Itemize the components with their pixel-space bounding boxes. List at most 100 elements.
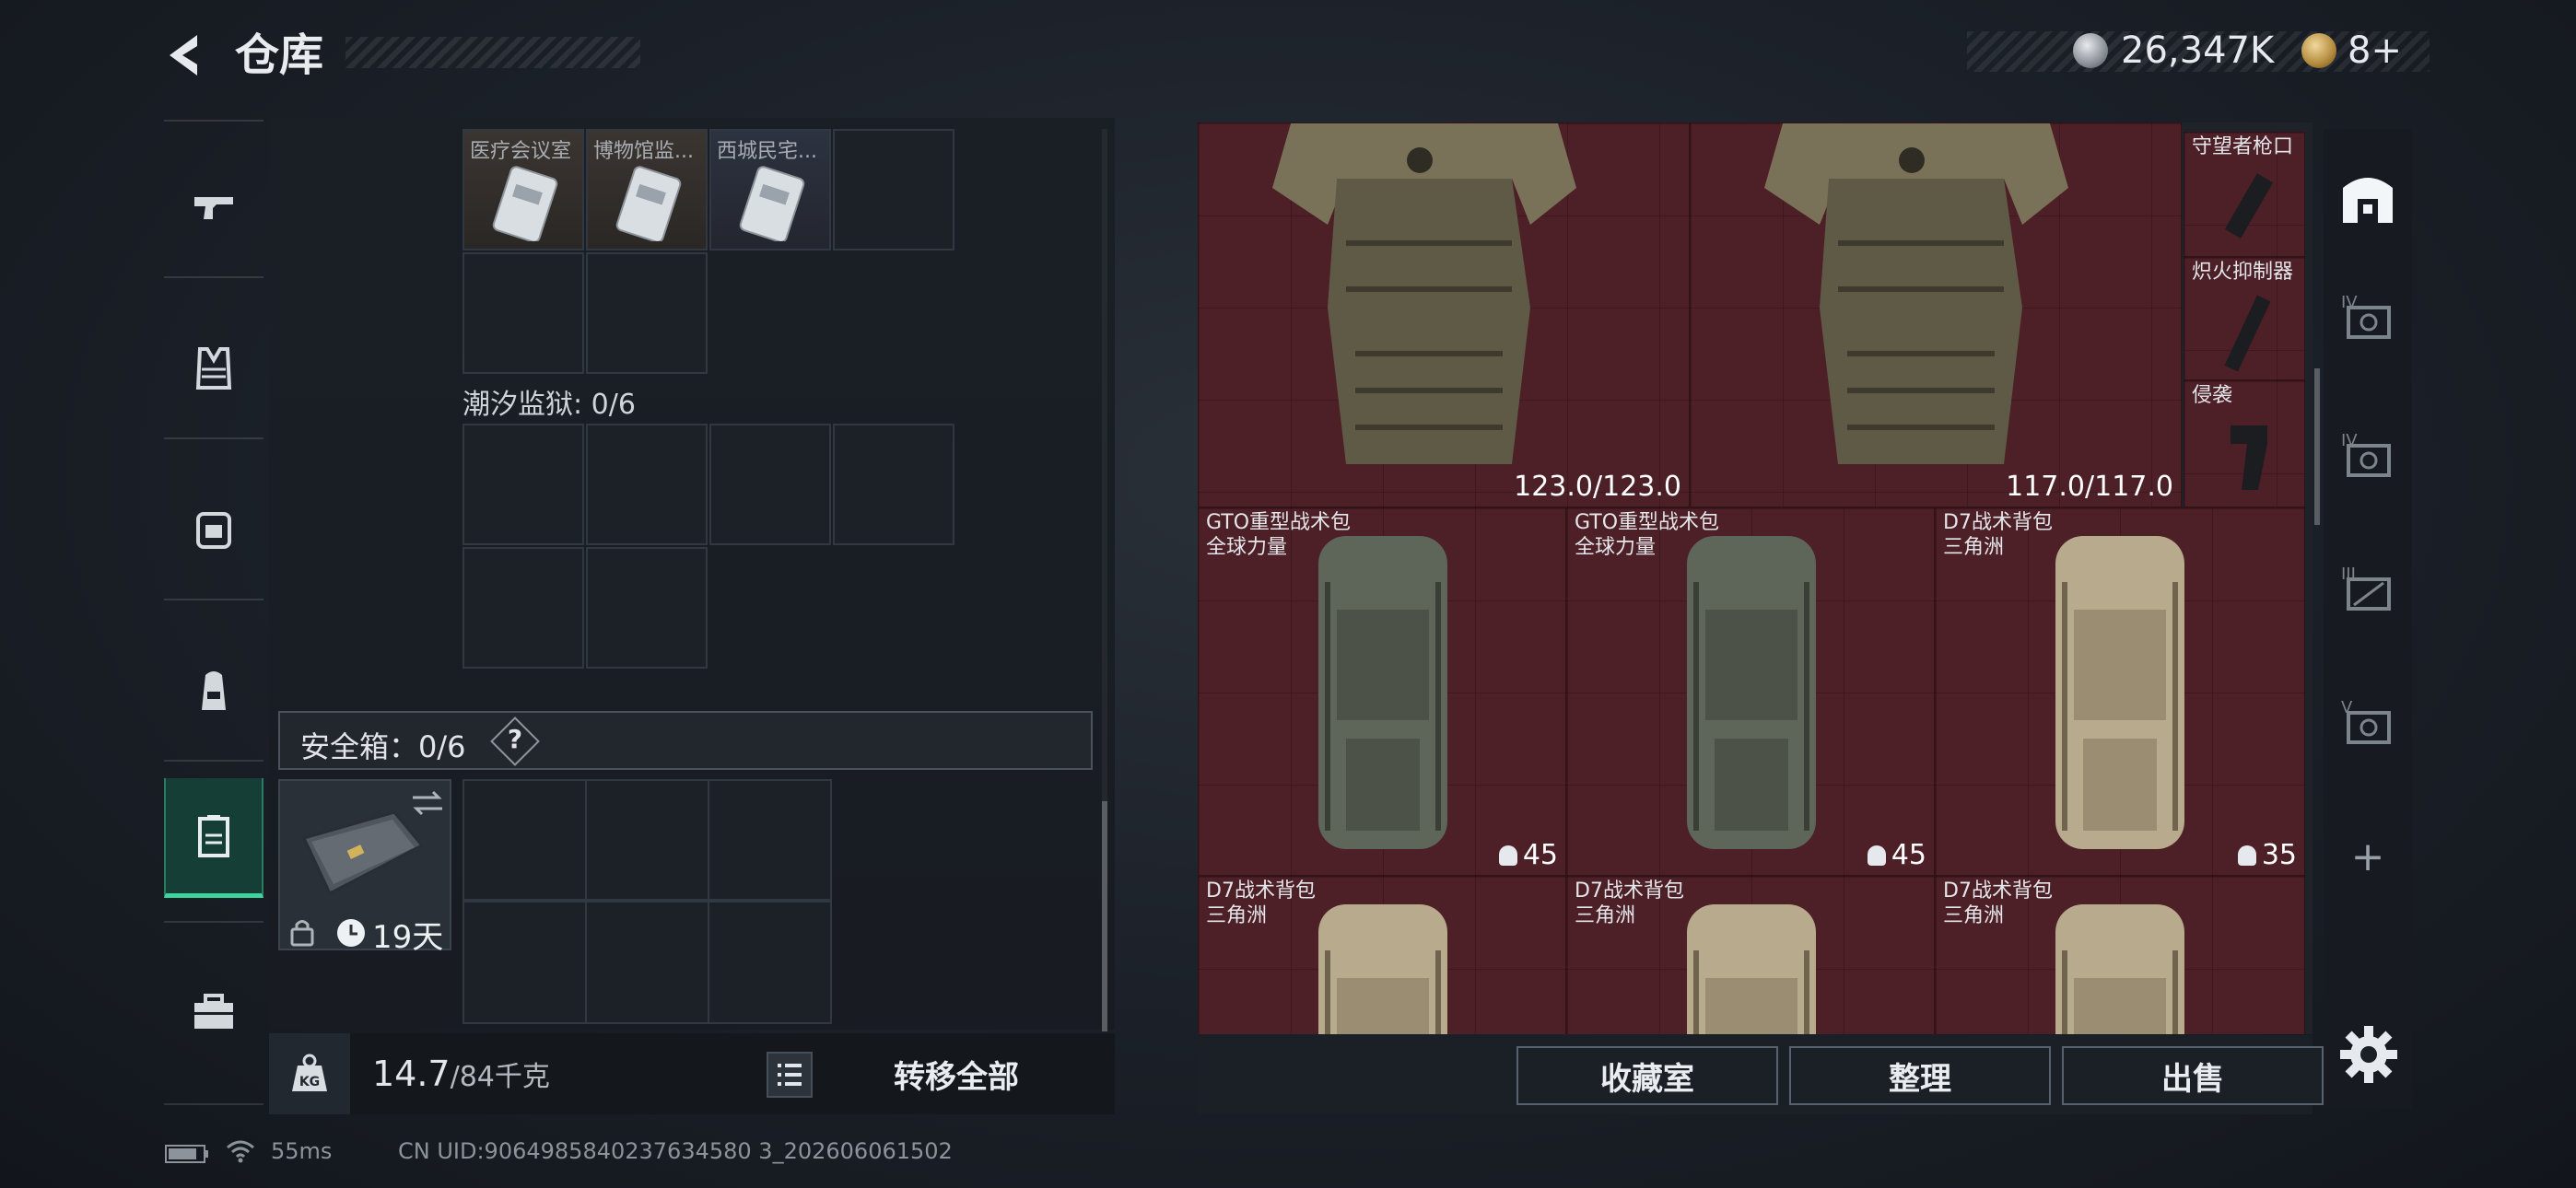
empty-slot[interactable] (708, 779, 832, 901)
collection-room-button[interactable]: 收藏室 (1516, 1046, 1778, 1105)
capacity-bar: KG 14.7/84千克 转移全部 (269, 1033, 1115, 1114)
sort-button[interactable]: 整理 (1789, 1046, 2051, 1105)
svg-text:KG: KG (299, 1075, 320, 1089)
tab-tier-iii-safe[interactable]: III (2331, 543, 2405, 635)
swap-icon[interactable] (409, 788, 446, 818)
backpack-icon (202, 671, 226, 710)
armor-durability: 117.0/117.0 (2006, 471, 2173, 503)
list-view-button[interactable] (767, 1052, 813, 1098)
wifi-icon (227, 1140, 254, 1163)
attachment-slot[interactable]: 炽火抑制器 (2184, 257, 2305, 380)
empty-slot[interactable] (463, 901, 587, 1024)
empty-slot[interactable] (708, 901, 832, 1024)
keycard-slot[interactable]: 博物馆监... (586, 129, 708, 250)
ticket-value[interactable]: 8+ (2348, 26, 2402, 76)
category-nav (164, 120, 263, 1105)
empty-slot[interactable] (586, 424, 708, 545)
nav-toolbox[interactable] (164, 953, 263, 1073)
weight-max: /84千克 (450, 1061, 550, 1093)
backpack-icon (1318, 904, 1447, 1034)
weight-icon: KG (269, 1033, 350, 1114)
title-area: 仓库 (235, 29, 640, 81)
vest-icon (195, 347, 232, 390)
empty-slot[interactable] (833, 424, 954, 545)
case-days: 19天 (372, 919, 444, 956)
gear-icon[interactable] (2336, 1022, 2401, 1087)
capacity-icon (2237, 845, 2256, 866)
attachment-label: 守望者枪口 (2192, 135, 2294, 158)
currency-value: 26,347K (2121, 29, 2275, 72)
toolbox-icon (194, 994, 233, 1029)
plus-icon: + (2350, 833, 2385, 880)
nav-chest-rig[interactable] (164, 470, 263, 589)
tier-iv-safe-icon: IV (2341, 293, 2391, 339)
backpack-icon (1318, 536, 1447, 849)
empty-slot[interactable] (833, 129, 954, 250)
empty-slot[interactable] (585, 779, 709, 901)
body-armor-icon (1272, 123, 1576, 464)
nav-pistol[interactable] (164, 147, 263, 267)
keycard-icon (615, 166, 682, 241)
tab-stash-home[interactable] (2331, 152, 2405, 244)
uid-text: CN UID:9064985840237634580 3_20260606150… (398, 1138, 953, 1164)
backpack-slot[interactable]: GTO重型战术包 全球力量 45 (1566, 507, 1935, 876)
empty-slot[interactable] (463, 547, 584, 669)
battery-icon (165, 1145, 208, 1163)
pistol-icon (194, 197, 233, 219)
tier-iv-safe-icon: IV (2341, 431, 2391, 477)
back-icon[interactable] (158, 28, 214, 83)
stash-home-icon (2343, 178, 2393, 223)
weight-current: 14.7 (372, 1054, 451, 1094)
tab-tier-iv-safe[interactable]: IV (2331, 410, 2405, 502)
weight-readout: 14.7/84千克 (372, 1054, 550, 1094)
keycard-icon (492, 166, 558, 241)
grip-icon (2231, 425, 2267, 490)
left-scroll-thumb[interactable] (1102, 801, 1107, 1031)
attachment-slot[interactable]: 侵袭 (2184, 380, 2305, 507)
nav-vest[interactable] (164, 309, 263, 428)
keycard-slot[interactable]: 医疗会议室 (463, 129, 584, 250)
keycard-slot[interactable]: 西城民宅... (709, 129, 831, 250)
backpack-icon (1687, 904, 1816, 1034)
empty-slot[interactable] (463, 252, 584, 374)
list-icon (778, 1064, 802, 1086)
capacity-badge: 35 (2237, 839, 2297, 871)
ticket-icon (2301, 33, 2336, 68)
clock-icon (337, 919, 365, 947)
transfer-all-button[interactable]: 转移全部 (827, 1042, 1085, 1105)
keycard-icon (739, 166, 805, 241)
attachment-label: 炽火抑制器 (2192, 261, 2294, 284)
safe-box-label: 安全箱：0/6 (300, 729, 466, 764)
tier-iii-safe-icon: III (2341, 565, 2391, 611)
prison-key-label: 潮汐监狱: 0/6 (463, 389, 636, 421)
right-scroll-thumb[interactable] (2314, 368, 2320, 525)
empty-slot[interactable] (585, 901, 709, 1024)
backpack-slot[interactable]: D7战术背包 三角洲 (1566, 876, 1935, 1034)
empty-slot[interactable] (463, 424, 584, 545)
backpack-slot[interactable]: D7战术背包 三角洲 (1935, 876, 2305, 1034)
nav-secure-case[interactable] (164, 778, 263, 898)
backpack-icon (2055, 536, 2184, 849)
empty-slot[interactable] (586, 547, 708, 669)
armor-durability: 123.0/123.0 (1514, 471, 1681, 503)
armor-slot[interactable]: 123.0/123.0 (1198, 122, 1690, 507)
empty-slot[interactable] (709, 424, 831, 545)
empty-slot[interactable] (463, 779, 587, 901)
sell-button[interactable]: 出售 (2062, 1046, 2324, 1105)
tier-v-safe-icon: V (2341, 698, 2391, 744)
backpack-icon (1687, 536, 1816, 849)
armor-slot[interactable]: 117.0/117.0 (1690, 122, 2182, 507)
backpack-slot[interactable]: D7战术背包 三角洲 (1198, 876, 1566, 1034)
secure-case-tile[interactable]: 19天 (278, 779, 451, 956)
capacity-icon (1867, 845, 1886, 866)
empty-slot[interactable] (586, 252, 708, 374)
secure-case-icon (198, 814, 229, 857)
backpack-slot[interactable]: GTO重型战术包 全球力量 45 (1198, 507, 1566, 876)
tab-tier-iv-safe[interactable]: IV (2331, 272, 2405, 364)
tab-tier-v-safe[interactable]: V (2331, 677, 2405, 769)
backpack-slot[interactable]: D7战术背包 三角洲 35 (1935, 507, 2305, 876)
chest-rig-icon (196, 512, 231, 549)
add-tab-button[interactable]: + (2331, 810, 2405, 903)
attachment-slot[interactable]: 守望者枪口 (2184, 132, 2305, 257)
nav-backpack[interactable] (164, 631, 263, 751)
